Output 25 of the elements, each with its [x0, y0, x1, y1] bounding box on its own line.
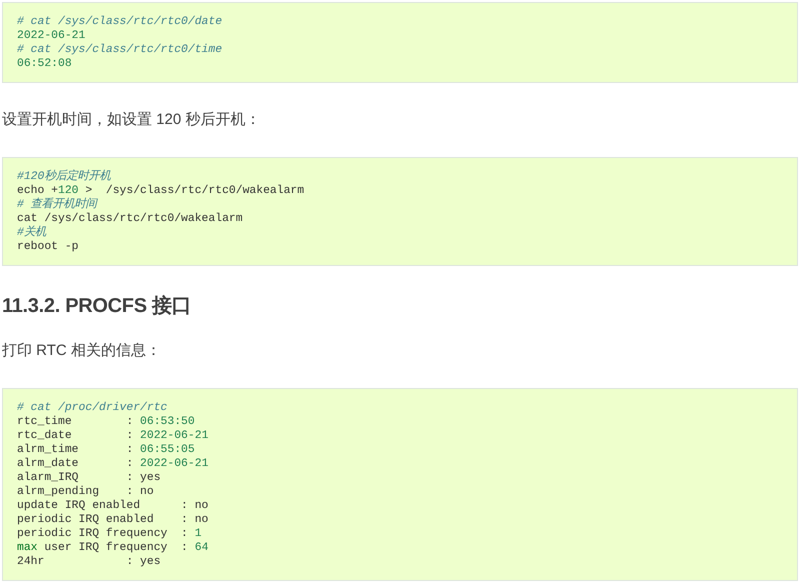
- code-line: # cat /sys/class/rtc/rtc0/date: [17, 15, 222, 29]
- code-line: alarm_IRQ : yes: [17, 471, 161, 485]
- code-line: update IRQ enabled : no: [17, 499, 208, 513]
- code-line: # 查看开机时间: [17, 198, 97, 212]
- code-line: 06:52:08: [17, 57, 72, 71]
- code-line: #120秒后定时开机: [17, 170, 110, 184]
- code-line: max user IRQ frequency : 64: [17, 541, 208, 555]
- code-line: reboot -p: [17, 240, 79, 254]
- code-line: 24hr : yes: [17, 555, 161, 569]
- code-line: alrm_time : 06:55:05: [17, 443, 195, 457]
- paragraph: 设置开机时间，如设置 120 秒后开机：: [2, 110, 260, 130]
- code-line: alrm_pending : no: [17, 485, 154, 499]
- paragraph: 打印 RTC 相关的信息：: [2, 341, 161, 361]
- code-line: # cat /sys/class/rtc/rtc0/time: [17, 43, 222, 57]
- code-line: #关机: [17, 226, 46, 240]
- code-line: 2022-06-21: [17, 29, 86, 43]
- code-line: periodic IRQ enabled : no: [17, 513, 208, 527]
- code-line: periodic IRQ frequency : 1: [17, 527, 202, 541]
- code-line: rtc_time : 06:53:50: [17, 415, 195, 429]
- code-line: # cat /proc/driver/rtc: [17, 401, 168, 415]
- code-line: alrm_date : 2022-06-21: [17, 457, 208, 471]
- section-heading: 11.3.2. PROCFS 接口: [2, 294, 192, 319]
- code-line: rtc_date : 2022-06-21: [17, 429, 208, 443]
- code-line: cat /sys/class/rtc/rtc0/wakealarm: [17, 212, 243, 226]
- code-line: echo +120 > /sys/class/rtc/rtc0/wakealarm: [17, 184, 304, 198]
